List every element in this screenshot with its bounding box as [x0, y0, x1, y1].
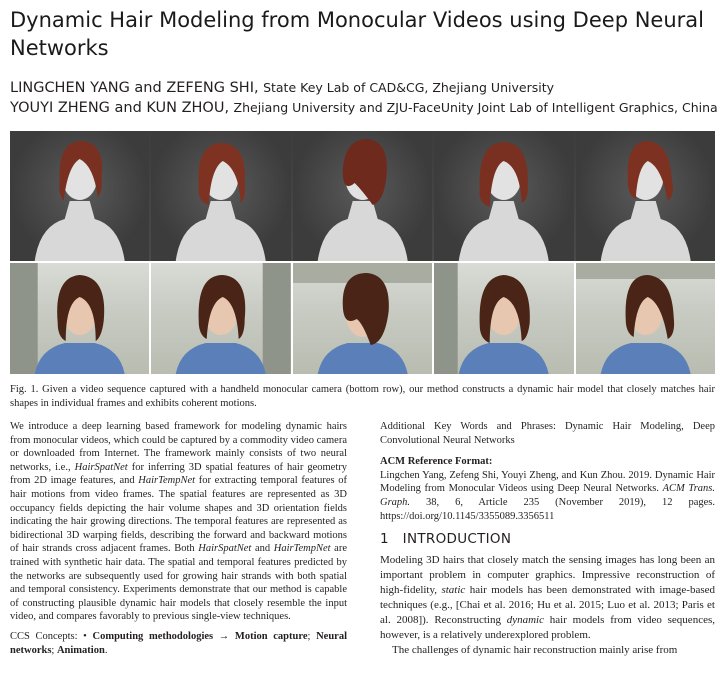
section-heading: 1 INTRODUCTION [380, 531, 512, 548]
net-name: HairTempNet [273, 543, 331, 555]
hair-model-render [10, 131, 150, 261]
paper-title: Dynamic Hair Modeling from Monocular Vid… [10, 8, 704, 60]
ccs-concepts: CCS Concepts: • Computing methodologies … [10, 630, 347, 656]
caption-label: Fig. 1. [10, 384, 39, 395]
author-line-1: LINGCHEN YANG and ZEFENG SHI, State Key … [10, 78, 715, 98]
video-frame [575, 263, 716, 374]
hair-model-render [575, 131, 716, 261]
hair-model-render [434, 131, 574, 261]
intro-paragraph: Modeling 3D hairs that closely match the… [380, 553, 715, 641]
right-column: Additional Key Words and Phrases: Dynami… [380, 420, 715, 658]
figure-caption: Fig. 1. Given a video sequence captured … [10, 383, 715, 411]
author-block: LINGCHEN YANG and ZEFENG SHI, State Key … [10, 78, 718, 118]
video-frame [434, 263, 574, 374]
net-name: HairSpatNet [198, 543, 252, 555]
video-frame [10, 263, 150, 374]
hair-model-row [10, 131, 716, 261]
keywords: Additional Key Words and Phrases: Dynami… [380, 421, 715, 446]
author-names: YOUYI ZHENG and KUN ZHOU, [10, 100, 230, 116]
hair-model-render [151, 131, 291, 261]
video-frame [292, 263, 433, 374]
intro-paragraph: The challenges of dynamic hair reconstru… [392, 643, 678, 656]
author-affiliation: State Key Lab of CAD&CG, Zhejiang Univer… [263, 80, 554, 95]
author-names: LINGCHEN YANG and ZEFENG SHI, [10, 80, 259, 96]
video-frame-row [10, 263, 716, 374]
author-affiliation: Zhejiang University and ZJU-FaceUnity Jo… [233, 100, 718, 115]
caption-text: Given a video sequence captured with a h… [10, 384, 716, 409]
hair-model-render [292, 131, 433, 261]
net-name: HairTempNet [138, 475, 196, 487]
abstract: We introduce a deep learning based frame… [10, 421, 347, 623]
net-name: HairSpatNet [74, 461, 128, 473]
author-line-2: YOUYI ZHENG and KUN ZHOU, Zhejiang Unive… [10, 98, 718, 118]
reference-format: Lingchen Yang, Zefeng Shi, Youyi Zheng, … [380, 469, 715, 522]
teaser-figure [10, 131, 716, 374]
video-frame [151, 263, 291, 374]
reference-heading: ACM Reference Format: [380, 456, 493, 468]
left-column: We introduce a deep learning based frame… [10, 420, 347, 657]
